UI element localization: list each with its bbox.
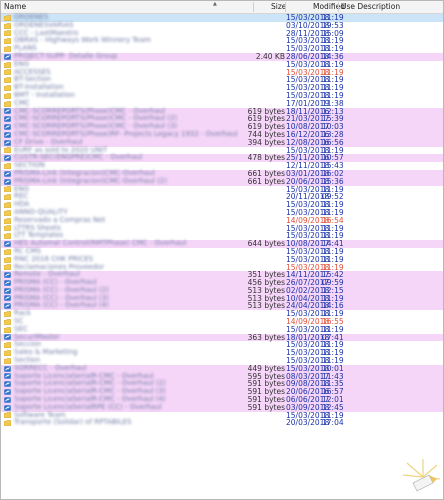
folder-row[interactable]: Rack 15/03/2018 11:19 (1, 309, 443, 318)
folder-icon (3, 38, 11, 45)
folder-icon (3, 61, 11, 68)
folder-icon (3, 77, 11, 84)
file-row[interactable]: PRISMA-Link (Integracion)CMC-Overhaul (2… (1, 176, 443, 186)
shortcut-file-icon (4, 295, 11, 302)
folder-icon (3, 264, 11, 271)
item-name: PRISMA-Link (Integracion)CMC-Overhaul (2… (14, 176, 167, 185)
item-size: 591 bytes (247, 402, 285, 412)
file-row[interactable]: PRISMA (CC) - Overhaul (4) 513 bytes 24/04… (1, 301, 443, 311)
shortcut-file-icon (4, 272, 11, 278)
file-list: ORDENES 15/03/2018 11:19 ORDENESVARIAS 03/10… (1, 13, 443, 427)
folder-icon (3, 202, 11, 208)
folder-icon (3, 163, 11, 169)
file-row[interactable]: SecuriMaster 363 bytes 18/01/2018 07:41 (1, 332, 443, 342)
shortcut-file-icon (4, 116, 11, 122)
folder-icon (3, 233, 11, 240)
folder-row[interactable]: ACCESSES 15/03/2018 11:19 (1, 68, 443, 77)
folder-icon (3, 14, 11, 21)
folder-icon (3, 92, 11, 99)
shortcut-file-icon (4, 170, 11, 177)
shortcut-file-icon (4, 139, 11, 146)
column-description-header[interactable]: Use Description (341, 3, 400, 11)
shortcut-file-icon (4, 178, 11, 185)
shortcut-file-icon (4, 108, 11, 115)
folder-icon (3, 358, 11, 364)
item-time: 17:04 (322, 418, 344, 428)
shortcut-file-icon (4, 381, 11, 388)
folder-icon (3, 412, 11, 419)
folder-icon (3, 209, 11, 216)
column-separator[interactable] (285, 2, 286, 12)
folder-icon (3, 46, 11, 52)
folder-row[interactable]: SC 14/09/2018 16:55 (1, 317, 443, 326)
file-list-window: Name ▲ Size Modified Use Description ORD… (0, 0, 444, 500)
folder-row[interactable]: ENG 15/03/2018 11:19 (1, 60, 443, 69)
file-row[interactable]: PROJECT-SUPP- Detalle Group 2.40 KB 28/06/… (1, 51, 443, 61)
folder-row[interactable]: LTTRS Sheets 15/03/2018 11:19 (1, 224, 443, 233)
file-row[interactable]: Soporte LicenciaSerialRPE (CC) - Overhau… (1, 402, 443, 412)
shortcut-file-icon (4, 404, 11, 411)
folder-icon (3, 22, 11, 29)
folder-row[interactable]: Sales & Marketing 15/03/2018 11:19 (1, 348, 443, 357)
shortcut-file-icon (4, 389, 11, 395)
folder-icon (3, 342, 11, 349)
folder-row[interactable]: Transporte (Solidar) of RPTABILES 20/03/2… (1, 419, 443, 427)
shortcut-file-icon (4, 155, 11, 161)
item-size: 363 bytes (247, 332, 285, 342)
folder-row[interactable]: ENG 15/03/2018 11:19 (1, 185, 443, 194)
folder-row[interactable]: SEC 15/03/2018 11:19 (1, 325, 443, 334)
shortcut-file-icon (4, 373, 11, 380)
item-size: 394 bytes (247, 137, 285, 147)
folder-row[interactable]: BMT - Installation 15/03/2018 11:19 (1, 91, 443, 100)
item-size: 478 bytes (247, 153, 285, 163)
folder-icon (3, 147, 11, 154)
file-row[interactable]: HES Automat Control(RMTPhase) CMC - Over… (1, 239, 443, 249)
column-header: Name ▲ Size Modified Use Description (1, 1, 443, 14)
item-size: 513 bytes (247, 301, 285, 311)
folder-icon (3, 186, 11, 193)
folder-row[interactable]: Reservado a Compras Net 14/09/2018 16:54 (1, 216, 443, 225)
shortcut-file-icon (4, 287, 11, 294)
folder-icon (3, 217, 11, 224)
folder-icon (3, 350, 11, 357)
shortcut-file-icon (4, 124, 11, 130)
shortcut-file-icon (4, 280, 11, 286)
item-name: PROJECT-SUPP- Detalle Group (14, 51, 118, 60)
folder-icon (3, 248, 11, 255)
shortcut-file-icon (4, 397, 11, 403)
folder-icon (3, 85, 11, 91)
item-name: Transporte (Solidar) of RPTABILES (14, 418, 132, 427)
folder-icon (3, 319, 11, 325)
folder-icon (3, 194, 11, 201)
folder-icon (3, 69, 11, 76)
corner-logo-icon (402, 459, 441, 492)
folder-row[interactable]: REC 20/11/2018 09:52 (1, 193, 443, 201)
shortcut-file-icon (4, 334, 11, 341)
shortcut-file-icon (4, 365, 11, 372)
folder-row[interactable]: OBRAS - Highways Work Winnery Team 15/03/… (1, 37, 443, 45)
shortcut-file-icon (4, 131, 11, 138)
folder-icon (3, 326, 11, 333)
folder-icon (3, 225, 11, 232)
folder-icon (3, 100, 11, 107)
item-size: 2.40 KB (255, 51, 285, 61)
folder-icon (3, 311, 11, 318)
sort-arrow-icon: ▲ (213, 1, 217, 7)
folder-icon (3, 256, 11, 263)
folder-icon (3, 420, 11, 427)
column-separator[interactable] (338, 2, 339, 12)
file-row[interactable]: CUSTR-SEC(ENGPRE)CMC - Overhaul 478 bytes… (1, 153, 443, 163)
shortcut-file-icon (4, 303, 11, 310)
column-separator[interactable] (253, 2, 254, 12)
folder-icon (3, 30, 11, 37)
shortcut-file-icon (4, 241, 11, 247)
item-size: 644 bytes (247, 239, 285, 249)
column-name-header[interactable]: Name (4, 3, 26, 11)
folder-row[interactable]: BT-Section 15/03/2018 11:19 (1, 76, 443, 84)
item-size: 661 bytes (247, 176, 285, 186)
shortcut-file-icon (4, 53, 11, 60)
